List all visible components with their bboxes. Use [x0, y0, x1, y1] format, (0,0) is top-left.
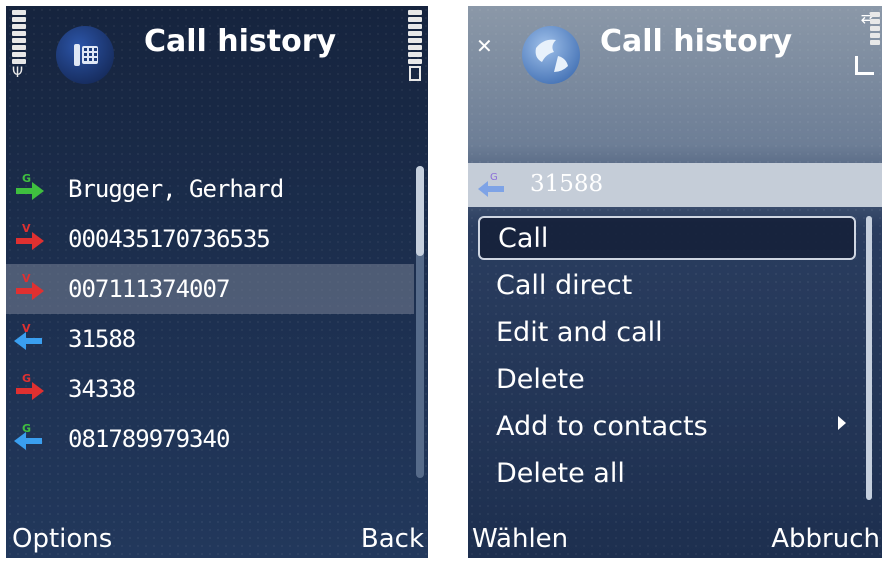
battery-level-icon: [408, 10, 422, 81]
svg-text:G: G: [22, 372, 31, 385]
call-list-item-label: 081789979340: [68, 425, 230, 453]
signal-indicator-icon: [870, 12, 880, 45]
menu-item-label: Delete all: [496, 457, 625, 489]
menu-item[interactable]: Add to contacts: [478, 404, 856, 448]
call-list-item-label: 34338: [68, 375, 136, 403]
focused-entry-bar: G 31588: [468, 163, 882, 207]
cancel-softkey[interactable]: Abbruch: [771, 524, 880, 554]
missed-call-icon: G: [12, 372, 46, 406]
received-call-icon: G: [476, 169, 508, 201]
call-list-item-label: 31588: [68, 325, 136, 353]
scrollbar-track[interactable]: [416, 166, 424, 478]
menu-scrollbar-track[interactable]: [866, 216, 872, 500]
bluetooth-icon: ✕: [476, 34, 493, 58]
dialed-call-icon: G: [12, 172, 46, 206]
menu-item[interactable]: Call direct: [478, 263, 856, 307]
select-softkey[interactable]: Wählen: [472, 524, 568, 554]
call-list-item[interactable]: V 007111374007: [6, 264, 414, 314]
menu-item-label: Call: [498, 222, 549, 254]
scrollbar-thumb[interactable]: [416, 166, 424, 256]
menu-item-label: Call direct: [496, 269, 633, 301]
svg-text:G: G: [22, 422, 31, 435]
call-log-app-icon: [56, 26, 114, 84]
screen-title: Call history: [144, 24, 337, 59]
svg-text:G: G: [490, 172, 498, 183]
menu-item-label: Add to contacts: [496, 410, 708, 442]
network-indicator-icon: [855, 56, 874, 75]
menu-scrollbar-thumb[interactable]: [866, 216, 872, 500]
menu-item[interactable]: Call: [478, 216, 856, 260]
svg-text:G: G: [22, 172, 31, 185]
menu-item-label: Edit and call: [496, 316, 663, 348]
svg-text:V: V: [22, 222, 31, 235]
menu-item[interactable]: Delete: [478, 357, 856, 401]
signal-strength-icon: Ψ: [12, 10, 26, 80]
missed-call-icon: V: [12, 222, 46, 256]
back-softkey[interactable]: Back: [361, 524, 424, 554]
screen-title: Call history: [600, 24, 793, 59]
call-list-item-label: 007111374007: [68, 275, 230, 303]
entry-number: 31588: [530, 171, 604, 197]
missed-call-icon: V: [12, 272, 46, 306]
call-list-item-label: 000435170736535: [68, 225, 271, 253]
options-softkey[interactable]: Options: [12, 524, 112, 554]
call-history-screen: Ψ Call history G Brugger, Gerhard V 0004351…: [6, 6, 428, 558]
menu-item-label: Delete: [496, 363, 585, 395]
svg-text:V: V: [22, 322, 31, 335]
menu-item[interactable]: Edit and call: [478, 310, 856, 354]
received-call-icon: G: [12, 422, 46, 456]
svg-text:V: V: [22, 272, 31, 285]
call-list-item[interactable]: V 31588: [6, 314, 414, 364]
received-call-icon: V: [12, 322, 46, 356]
menu-item[interactable]: Delete all: [478, 451, 856, 495]
call-history-options-screen: ✕ Call history ⇄ G 31588 Call Call direct…: [468, 6, 882, 558]
call-list-item[interactable]: G 34338: [6, 364, 414, 414]
globe-icon: [522, 26, 580, 84]
call-list-item[interactable]: G 081789979340: [6, 414, 414, 464]
call-list-item[interactable]: G Brugger, Gerhard: [6, 164, 414, 214]
submenu-arrow-icon: [838, 416, 846, 430]
call-list-item[interactable]: V 000435170736535: [6, 214, 414, 264]
call-list-item-label: Brugger, Gerhard: [68, 175, 284, 203]
